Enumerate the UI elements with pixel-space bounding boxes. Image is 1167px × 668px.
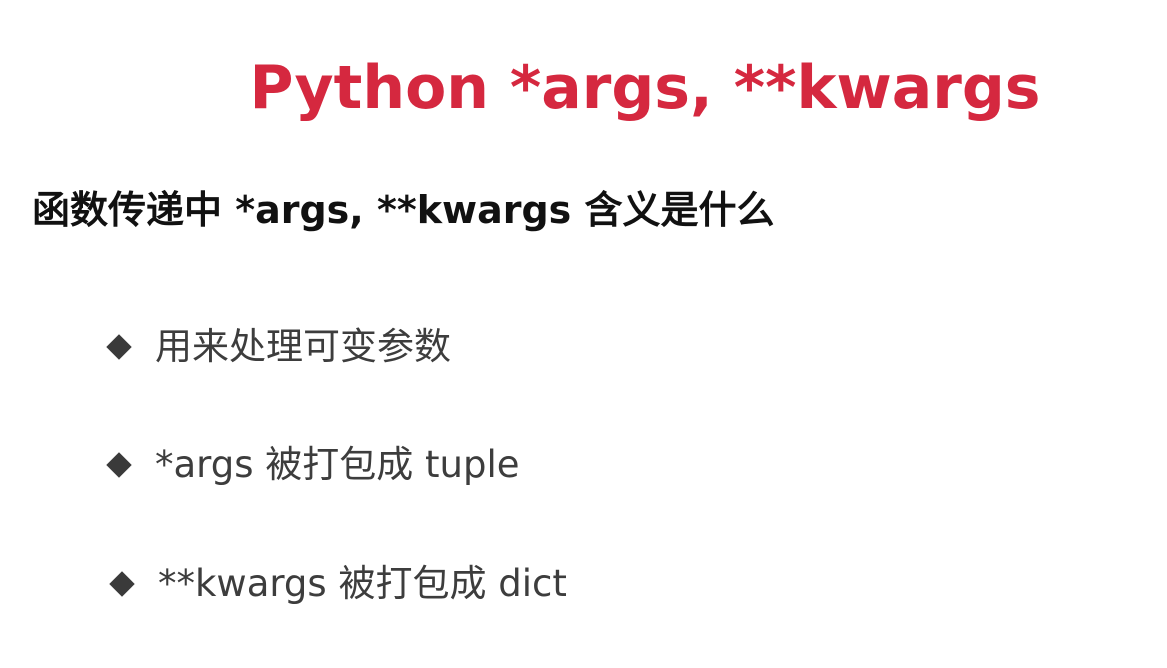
bullet-text: 用来处理可变参数 [155, 325, 451, 368]
diamond-bullet-icon [106, 452, 132, 478]
bullet-text: **kwargs 被打包成 dict [158, 562, 567, 605]
bullet-text: *args 被打包成 tuple [155, 443, 520, 486]
bullet-item: *args 被打包成 tuple [106, 442, 520, 488]
slide: Python *args, **kwargs 函数传递中 *args, **kw… [0, 0, 1167, 668]
bullet-item: 用来处理可变参数 [106, 324, 451, 370]
slide-subtitle: 函数传递中 *args, **kwargs 含义是什么 [32, 188, 775, 232]
diamond-bullet-icon [106, 334, 132, 360]
bullet-item: **kwargs 被打包成 dict [109, 561, 567, 607]
slide-title: Python *args, **kwargs [249, 53, 1041, 123]
diamond-bullet-icon [109, 571, 135, 597]
